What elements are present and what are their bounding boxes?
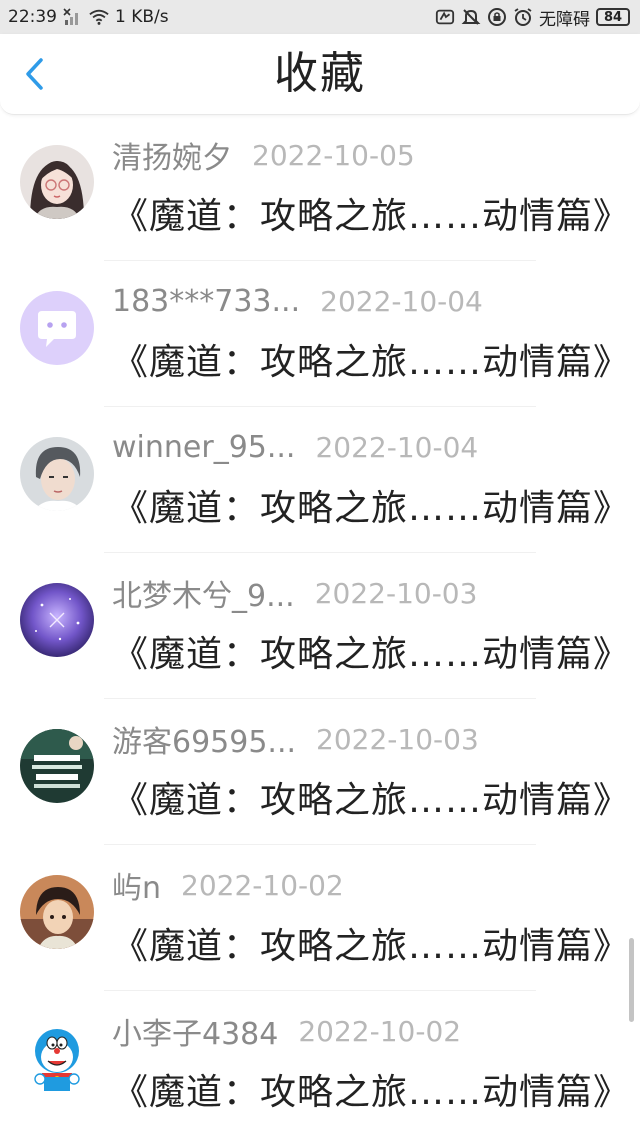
item-meta: winner_95... 2022-10-04 xyxy=(112,427,478,467)
accessibility-text: 无障碍 xyxy=(539,9,590,30)
avatar[interactable] xyxy=(20,437,94,511)
user-name: 清扬婉夕 xyxy=(112,141,232,176)
item-title[interactable]: 《魔道：攻略之旅……动情篇》 xyxy=(112,479,630,531)
item-meta: 清扬婉夕 2022-10-05 xyxy=(112,135,415,177)
app-notification-icon xyxy=(435,7,455,27)
user-name: 北梦木兮_9... xyxy=(112,579,295,614)
item-date: 2022-10-02 xyxy=(181,868,344,902)
list-item[interactable]: 屿n 2022-10-02 《魔道：攻略之旅……动情篇》 xyxy=(0,845,640,991)
header: 收藏 xyxy=(0,34,640,115)
item-date: 2022-10-03 xyxy=(314,576,478,610)
list-item[interactable]: 小李子4384 2022-10-02 《魔道：攻略之旅……动情篇》 xyxy=(0,991,640,1137)
avatar[interactable] xyxy=(20,1021,94,1095)
user-name: winner_95... xyxy=(112,429,296,465)
item-meta: 183***733... 2022-10-04 xyxy=(112,281,483,321)
avatar[interactable] xyxy=(20,729,94,803)
item-title[interactable]: 《魔道：攻略之旅……动情篇》 xyxy=(112,187,630,239)
network-speed: 1 KB/s xyxy=(115,7,169,27)
item-meta: 游客69595... 2022-10-03 xyxy=(112,719,479,761)
user-name: 游客69595... xyxy=(112,725,297,760)
list-item[interactable]: 183***733... 2022-10-04 《魔道：攻略之旅……动情篇》 xyxy=(0,261,640,407)
item-title[interactable]: 《魔道：攻略之旅……动情篇》 xyxy=(112,333,630,385)
favorites-list: 清扬婉夕 2022-10-05 《魔道：攻略之旅……动情篇》 183***733… xyxy=(0,115,640,1137)
lock-circle-icon xyxy=(487,7,507,27)
list-item[interactable]: 游客69595... 2022-10-03 《魔道：攻略之旅……动情篇》 xyxy=(0,699,640,845)
avatar[interactable] xyxy=(20,145,94,219)
user-name: 小李子4384 xyxy=(112,1017,279,1052)
list-item[interactable]: 北梦木兮_9... 2022-10-03 《魔道：攻略之旅……动情篇》 xyxy=(0,553,640,699)
page-title: 收藏 xyxy=(274,48,366,99)
user-name: 183***733... xyxy=(112,283,301,319)
item-meta: 小李子4384 2022-10-02 xyxy=(112,1011,462,1053)
item-date: 2022-10-04 xyxy=(320,284,483,318)
item-date: 2022-10-04 xyxy=(315,430,479,464)
status-time: 22:39 xyxy=(8,7,57,27)
item-title[interactable]: 《魔道：攻略之旅……动情篇》 xyxy=(112,1063,630,1115)
item-title[interactable]: 《魔道：攻略之旅……动情篇》 xyxy=(112,917,630,969)
item-title[interactable]: 《魔道：攻略之旅……动情篇》 xyxy=(112,625,630,677)
item-date: 2022-10-02 xyxy=(298,1014,462,1048)
item-title[interactable]: 《魔道：攻略之旅……动情篇》 xyxy=(112,771,630,823)
user-name: 屿n xyxy=(112,871,162,906)
bell-off-icon xyxy=(461,7,481,27)
status-bar: 22:39 1 KB/s 无障碍 84 xyxy=(0,0,640,34)
list-item[interactable]: 清扬婉夕 2022-10-05 《魔道：攻略之旅……动情篇》 xyxy=(0,115,640,261)
item-date: 2022-10-03 xyxy=(316,722,479,756)
scrollbar[interactable] xyxy=(629,938,634,1022)
item-meta: 屿n 2022-10-02 xyxy=(112,865,344,907)
list-item[interactable]: winner_95... 2022-10-04 《魔道：攻略之旅……动情篇》 xyxy=(0,407,640,553)
wifi-icon xyxy=(89,7,109,27)
item-meta: 北梦木兮_9... 2022-10-03 xyxy=(112,573,478,615)
avatar[interactable] xyxy=(20,291,94,365)
alarm-icon xyxy=(513,7,533,27)
battery-icon: 84 xyxy=(596,8,630,26)
item-date: 2022-10-05 xyxy=(252,138,415,172)
avatar[interactable] xyxy=(20,583,94,657)
status-bar-left: 22:39 1 KB/s xyxy=(8,0,169,34)
avatar[interactable] xyxy=(20,875,94,949)
no-signal-icon xyxy=(63,7,83,27)
status-bar-right: 无障碍 84 xyxy=(435,0,630,34)
